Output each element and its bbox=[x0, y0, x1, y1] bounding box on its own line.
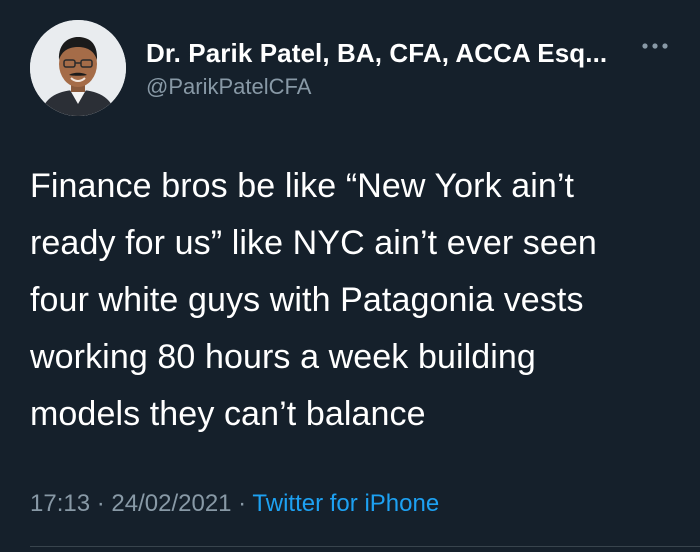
tweet-text-line: ready for us” like NYC ain’t ever seen bbox=[30, 224, 597, 262]
tweet-text-line: four white guys with Patagonia vests bbox=[30, 281, 584, 319]
author-avatar[interactable] bbox=[30, 20, 126, 116]
tweet-text-line: Finance bros be like “New York ain’t bbox=[30, 167, 575, 205]
tweet-date[interactable]: 24/02/2021 bbox=[111, 490, 231, 517]
tweet-text-line: working 80 hours a week building bbox=[30, 338, 536, 376]
tweet-metadata: 17:13 · 24/02/2021 · Twitter for iPhone bbox=[30, 490, 439, 518]
author-display-name[interactable]: Dr. Parik Patel, BA, CFA, ACCA Esq... bbox=[146, 38, 607, 69]
tweet-time[interactable]: 17:13 bbox=[30, 490, 90, 517]
meta-separator: · bbox=[90, 490, 112, 517]
meta-separator: · bbox=[231, 490, 253, 517]
tweet-source-link[interactable]: Twitter for iPhone bbox=[252, 490, 439, 517]
author-handle[interactable]: @ParikPatelCFA bbox=[146, 74, 311, 100]
tweet-card: Dr. Parik Patel, BA, CFA, ACCA Esq... @P… bbox=[0, 0, 700, 552]
divider bbox=[30, 546, 700, 547]
profile-photo-icon bbox=[30, 20, 126, 116]
tweet-text-line: models they can’t balance bbox=[30, 395, 426, 433]
more-horizontal-icon[interactable] bbox=[640, 36, 670, 56]
tweet-text: Finance bros be like “New York ain’t rea… bbox=[30, 158, 680, 443]
